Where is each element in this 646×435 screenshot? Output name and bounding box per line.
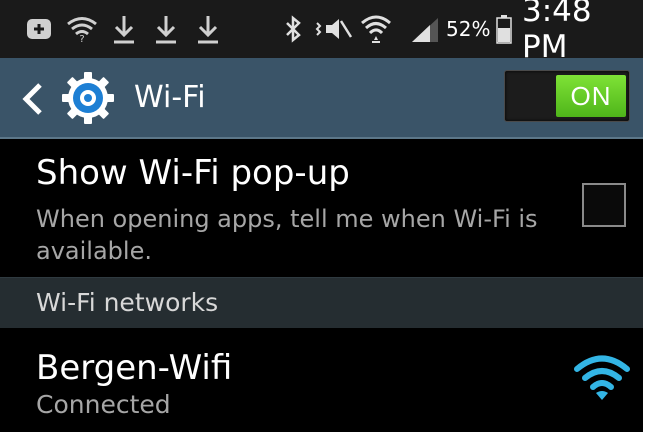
status-time: 3:48 PM (522, 0, 592, 65)
cell-signal-icon (410, 0, 440, 58)
network-status: Connected (36, 390, 171, 419)
wifi-question-icon: ? (66, 0, 98, 58)
settings-gear-icon (60, 70, 116, 126)
wifi-toggle[interactable]: ON (504, 70, 630, 122)
phone-screen: ? 52% 3:48 PM Wi-Fi ON Show Wi-Fi pop-up… (0, 0, 643, 432)
network-name: Bergen-Wifi (36, 348, 233, 388)
battery-percent: 52% (446, 17, 491, 41)
setting-title: Show Wi-Fi pop-up (36, 153, 350, 193)
download-icon (112, 0, 136, 58)
wifi-signal-full-icon (574, 354, 630, 402)
download-icon (154, 0, 178, 58)
svg-text:?: ? (79, 34, 84, 42)
download-icon (196, 0, 220, 58)
toggle-on-label: ON (556, 75, 626, 117)
notification-plus-icon (26, 0, 52, 58)
wifi-networks-section-header: Wi-Fi networks (0, 277, 643, 328)
setting-description: When opening apps, tell me when Wi-Fi is… (36, 205, 538, 265)
action-bar: Wi-Fi ON (0, 58, 643, 139)
page-title: Wi-Fi (134, 80, 206, 115)
wifi-icon (360, 0, 392, 58)
show-wifi-popup-setting[interactable]: Show Wi-Fi pop-up When opening apps, tel… (0, 139, 643, 275)
bluetooth-icon (284, 0, 302, 58)
show-popup-checkbox[interactable] (582, 183, 626, 227)
battery-icon (496, 0, 512, 58)
status-bar: ? 52% 3:48 PM (0, 0, 643, 65)
vibrate-icon (314, 0, 354, 58)
section-title: Wi-Fi networks (36, 288, 219, 317)
network-list-item[interactable]: Bergen-Wifi Connected (0, 328, 643, 432)
back-chevron-icon[interactable] (20, 82, 46, 116)
